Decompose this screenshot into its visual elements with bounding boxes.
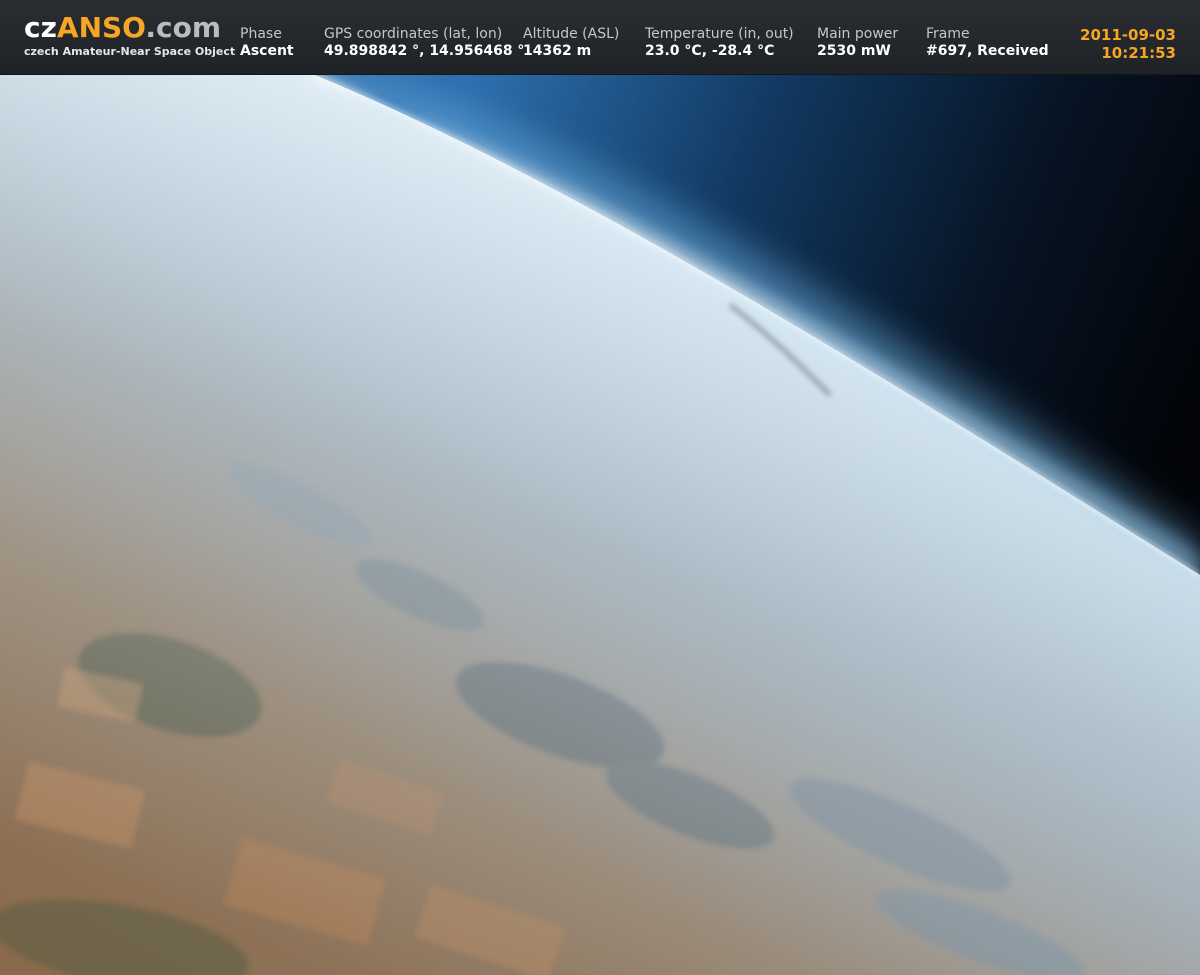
timestamp: 2011-09-03 10:21:53	[1080, 26, 1176, 62]
power-label: Main power	[817, 26, 899, 42]
logo-subtitle: czech Amateur-Near Space Object	[24, 45, 236, 58]
power-value: 2530 mW	[817, 43, 891, 59]
gps-label: GPS coordinates (lat, lon)	[324, 26, 503, 42]
altitude-value: 14362 m	[523, 43, 592, 59]
altitude-field: Altitude (ASL) 14362 m	[523, 26, 619, 60]
earth-horizon-image	[0, 75, 1200, 975]
frame-value: #697, Received	[926, 43, 1049, 59]
frame-field: Frame #697, Received	[926, 26, 1049, 60]
frame-label: Frame	[926, 26, 970, 42]
logo-part-com: .com	[145, 11, 222, 44]
temperature-field: Temperature (in, out) 23.0 °C, -28.4 °C	[645, 26, 794, 60]
phase-field: Phase Ascent	[240, 26, 294, 60]
timestamp-date: 2011-09-03	[1080, 26, 1176, 44]
phase-label: Phase	[240, 26, 282, 42]
timestamp-time: 10:21:53	[1101, 44, 1176, 62]
gps-field: GPS coordinates (lat, lon) 49.898842 °, …	[324, 26, 524, 60]
power-field: Main power 2530 mW	[817, 26, 898, 60]
temperature-label: Temperature (in, out)	[645, 26, 794, 42]
logo-part-cz: cz	[24, 11, 57, 44]
telemetry-header: czANSO.com czech Amateur-Near Space Obje…	[0, 0, 1200, 75]
temperature-value: 23.0 °C, -28.4 °C	[645, 43, 775, 59]
near-space-photo	[0, 75, 1200, 975]
site-logo[interactable]: czANSO.com czech Amateur-Near Space Obje…	[24, 12, 236, 59]
gps-value: 49.898842 °, 14.956468 °	[324, 43, 525, 59]
logo-wordmark: czANSO.com	[24, 12, 235, 44]
phase-value: Ascent	[240, 43, 294, 59]
altitude-label: Altitude (ASL)	[523, 26, 620, 42]
logo-part-anso: ANSO	[56, 11, 146, 44]
